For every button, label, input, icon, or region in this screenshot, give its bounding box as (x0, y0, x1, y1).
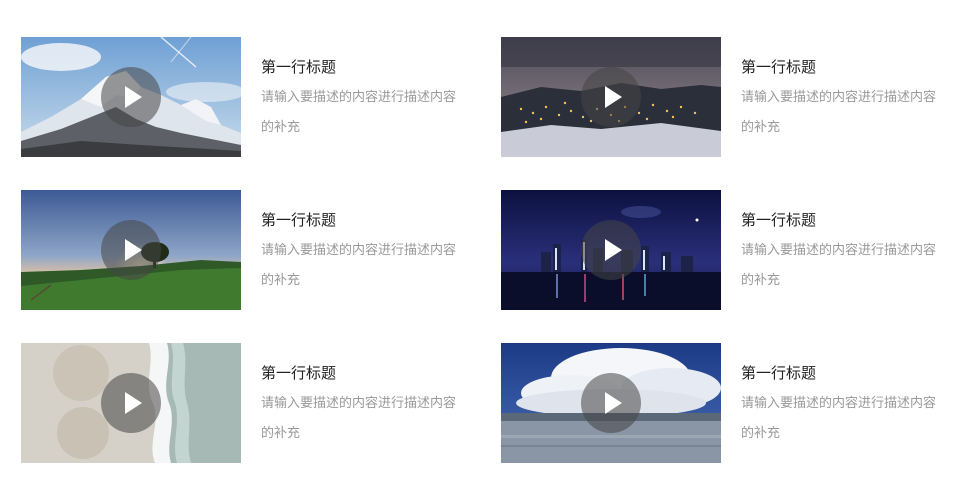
card-title[interactable]: 第一行标题 (261, 210, 336, 230)
video-card[interactable]: 第一行标题 请输入要描述的内容进行描述内容的补充 (501, 37, 941, 157)
video-card[interactable]: 第一行标题 请输入要描述的内容进行描述内容的补充 (501, 190, 941, 310)
card-description: 请输入要描述的内容进行描述内容的补充 (261, 90, 457, 135)
card-description: 请输入要描述的内容进行描述内容的补充 (741, 243, 937, 288)
card-title[interactable]: 第一行标题 (261, 363, 336, 383)
card-title[interactable]: 第一行标题 (261, 57, 336, 77)
video-card[interactable]: 第一行标题 请输入要描述的内容进行描述内容的补充 (21, 190, 461, 310)
video-thumbnail[interactable] (21, 37, 241, 157)
video-thumbnail[interactable] (501, 190, 721, 310)
video-card[interactable]: 第一行标题 请输入要描述的内容进行描述内容的补充 (21, 343, 461, 463)
play-icon[interactable] (581, 373, 641, 433)
play-icon[interactable] (101, 373, 161, 433)
card-title[interactable]: 第一行标题 (741, 210, 816, 230)
video-card[interactable]: 第一行标题 请输入要描述的内容进行描述内容的补充 (21, 37, 461, 157)
card-title[interactable]: 第一行标题 (741, 57, 816, 77)
card-description: 请输入要描述的内容进行描述内容的补充 (261, 396, 457, 441)
card-description: 请输入要描述的内容进行描述内容的补充 (261, 243, 457, 288)
card-description: 请输入要描述的内容进行描述内容的补充 (741, 90, 937, 135)
video-thumbnail[interactable] (21, 190, 241, 310)
video-thumbnail[interactable] (501, 37, 721, 157)
play-icon[interactable] (581, 67, 641, 127)
video-thumbnail[interactable] (21, 343, 241, 463)
video-thumbnail[interactable] (501, 343, 721, 463)
video-card[interactable]: 第一行标题 请输入要描述的内容进行描述内容的补充 (501, 343, 941, 463)
play-icon[interactable] (101, 220, 161, 280)
card-description: 请输入要描述的内容进行描述内容的补充 (741, 396, 937, 441)
play-icon[interactable] (581, 220, 641, 280)
card-title[interactable]: 第一行标题 (741, 363, 816, 383)
play-icon[interactable] (101, 67, 161, 127)
